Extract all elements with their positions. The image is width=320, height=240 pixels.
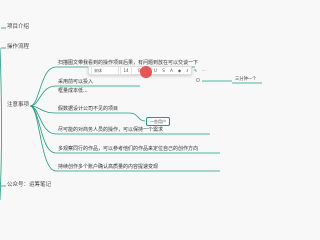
link-button[interactable]: ℓ xyxy=(184,67,191,74)
bubble-some-users[interactable]: 一些用户 xyxy=(146,117,170,126)
note-item-7[interactable]: 持续创作多个账户确认高质量的内容提速变现 xyxy=(58,164,158,170)
node-footer[interactable]: 公众号：运筹笔记 xyxy=(7,182,51,188)
connector-lines xyxy=(0,27,262,200)
underline-button[interactable]: U xyxy=(152,67,159,74)
note-item-6[interactable]: 多观察同行的作品，可以参考他们的作品来定位自己的创作方向 xyxy=(58,146,198,152)
node-operation-flow[interactable]: 操作流程 xyxy=(7,44,29,50)
note-item-4[interactable]: 假数据设计公司不见的项目 xyxy=(58,106,118,112)
fill-color-button[interactable]: ◆ xyxy=(176,67,183,74)
node-notes-title[interactable]: 注意事项 xyxy=(7,102,29,108)
font-color-button[interactable]: A xyxy=(168,67,175,74)
node-project-intro[interactable]: 项目介绍 xyxy=(7,24,29,30)
edit-button[interactable]: ✎ xyxy=(192,67,199,74)
note-item-2[interactable]: 采用前可以投入 xyxy=(58,79,93,85)
mindmap-canvas[interactable]: 项目介绍 操作流程 注意事项 扫描图文带我看到的操作项目后果，有问题到放在可以交… xyxy=(0,0,300,200)
note-item-5[interactable]: 尽可能的对商务人员的操作，可以保持一个需求 xyxy=(58,127,163,133)
font-family-select[interactable]: 宋体 xyxy=(91,66,119,75)
more-button[interactable]: ⋯ xyxy=(200,67,207,74)
font-size-select[interactable]: 14 xyxy=(120,66,132,75)
handle-dot[interactable] xyxy=(196,78,200,82)
bubble-three-minutes[interactable]: 三分钟一个 xyxy=(235,77,256,82)
cursor-highlight xyxy=(140,66,152,78)
note-item-3[interactable]: 框量成本低... xyxy=(58,88,88,94)
strikethrough-button[interactable]: S xyxy=(160,67,167,74)
